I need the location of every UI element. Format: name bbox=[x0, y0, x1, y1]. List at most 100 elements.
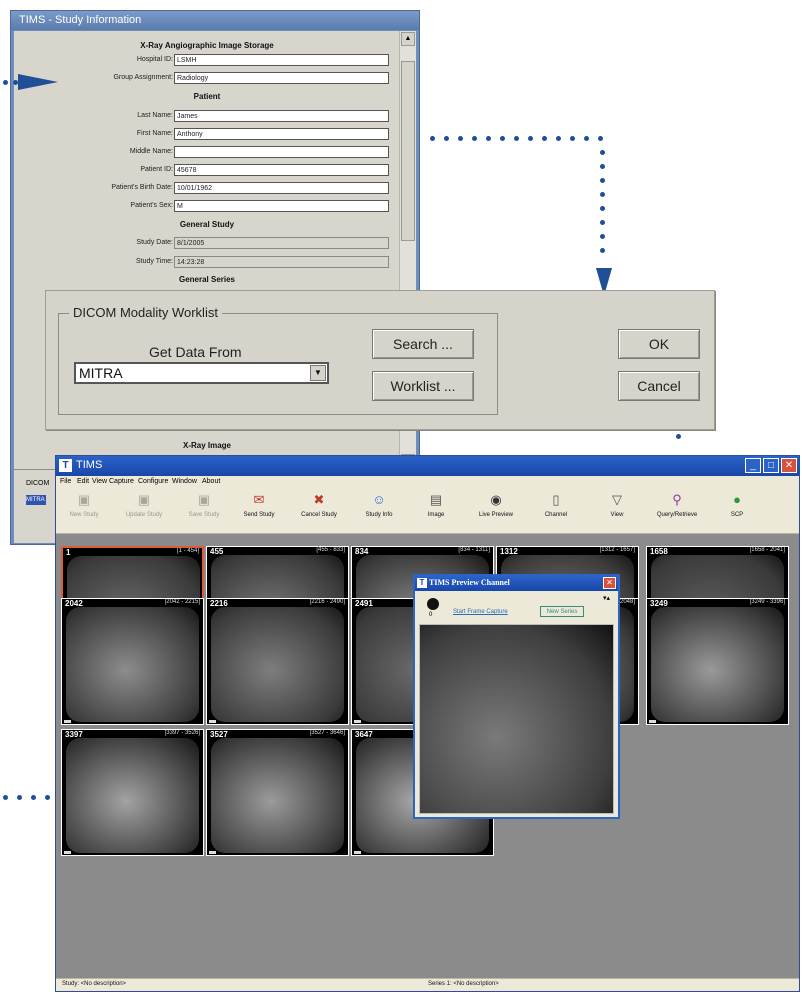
group-assignment-input[interactable]: Radiology bbox=[174, 72, 389, 84]
preview-close-icon[interactable]: ✕ bbox=[603, 577, 616, 589]
cancel-button[interactable]: Cancel bbox=[618, 371, 700, 401]
minimize-icon[interactable]: _ bbox=[745, 458, 761, 473]
connector-dot bbox=[556, 136, 561, 141]
field-label: First Name: bbox=[136, 130, 173, 137]
thumbnail-number: 455 bbox=[210, 547, 224, 556]
field-middle-name: Middle Name: bbox=[14, 146, 400, 159]
menu-item-capture[interactable]: Capture bbox=[109, 478, 134, 485]
worklist-button[interactable]: Worklist ... bbox=[372, 371, 474, 401]
patient-id-input[interactable]: 45678 bbox=[174, 164, 389, 176]
section-general-study: General Study bbox=[179, 220, 235, 229]
tims-app-icon: T bbox=[59, 459, 72, 472]
thumbnail-number: 3397 bbox=[65, 730, 83, 739]
connector-dot bbox=[600, 178, 605, 183]
cancel-study-icon: ✖ bbox=[313, 492, 325, 507]
thumbnail-tile[interactable]: 2042 [2042 - 2215] bbox=[61, 598, 204, 725]
pointer-arrow-icon bbox=[18, 74, 58, 90]
angiogram-image bbox=[651, 607, 784, 722]
field-birth-date: Patient's Birth Date: 10/01/1962 bbox=[14, 182, 400, 195]
preview-app-icon: T bbox=[417, 578, 427, 588]
view-icon: ▽ bbox=[612, 492, 622, 507]
thumbnail-number: 2491 bbox=[355, 599, 373, 608]
data-source-value: MITRA bbox=[79, 365, 123, 381]
toolbar-save-study-button[interactable]: ▣ Save Study bbox=[179, 492, 229, 530]
first-name-input[interactable]: Anthony bbox=[174, 128, 389, 140]
field-label: Hospital ID: bbox=[136, 56, 173, 63]
thumbnail-range: [1658 - 2041] bbox=[749, 547, 785, 553]
thumbnail-marker bbox=[209, 720, 216, 723]
field-group-assignment: Group Assignment: Radiology bbox=[14, 72, 400, 85]
thumbnail-range: [1312 - 1657] bbox=[599, 547, 635, 553]
section-general-series: General Series bbox=[178, 275, 236, 284]
menu-item-edit[interactable]: Edit bbox=[77, 478, 89, 485]
toolbar-label: Study Info bbox=[365, 512, 393, 518]
study-time-input: 14:23:28 bbox=[174, 256, 389, 268]
menu-item-file[interactable]: File bbox=[60, 478, 71, 485]
toolbar-query-retrieve-button[interactable]: ⚲ Query/Retrieve bbox=[652, 492, 702, 530]
data-source-select[interactable]: MITRA ▼ bbox=[74, 362, 329, 384]
save-study-icon: ▣ bbox=[197, 492, 211, 507]
toolbar-update-study-button[interactable]: ▣ Update Study bbox=[119, 492, 169, 530]
maximize-icon[interactable]: □ bbox=[763, 458, 779, 473]
scp-icon: ● bbox=[733, 492, 741, 507]
connector-dot bbox=[600, 234, 605, 239]
thumbnail-range: [2042 - 2215] bbox=[164, 599, 200, 605]
toolbar-view-button[interactable]: ▽ View bbox=[592, 492, 642, 530]
start-capture-link[interactable]: Start Frame Capture bbox=[453, 609, 508, 615]
new-series-button[interactable]: New Series bbox=[540, 606, 584, 617]
dicom-value[interactable]: MITRA bbox=[26, 495, 46, 505]
thumbnail-tile[interactable]: 3527 [3527 - 3646] bbox=[206, 729, 349, 856]
connector-dot bbox=[500, 136, 505, 141]
close-icon[interactable]: ✕ bbox=[781, 458, 797, 473]
dicom-worklist-dialog: DICOM Modality Worklist Get Data From MI… bbox=[45, 290, 715, 430]
toolbar-image-button[interactable]: ▤ Image bbox=[411, 492, 461, 530]
chevron-down-icon[interactable]: ▼ bbox=[310, 365, 326, 381]
menu-item-configure[interactable]: Configure bbox=[138, 478, 168, 485]
study-date-input: 8/1/2005 bbox=[174, 237, 389, 249]
query-retrieve-icon: ⚲ bbox=[672, 492, 682, 507]
record-indicator-icon[interactable] bbox=[427, 598, 439, 610]
last-name-input[interactable]: James bbox=[174, 110, 389, 122]
thumbnail-tile[interactable]: 3249 [3249 - 3396] bbox=[646, 598, 789, 725]
thumbnail-tile[interactable]: 2216 [2216 - 2490] bbox=[206, 598, 349, 725]
status-series: Series 1: <No description> bbox=[428, 981, 499, 987]
search-button[interactable]: Search ... bbox=[372, 329, 474, 359]
toolbar-new-study-button[interactable]: ▣ New Study bbox=[59, 492, 109, 530]
thumbnail-tile[interactable]: 3397 [3397 - 3526] bbox=[61, 729, 204, 856]
birth-date-input[interactable]: 10/01/1962 bbox=[174, 182, 389, 194]
thumbnail-number: 3249 bbox=[650, 599, 668, 608]
field-last-name: Last Name: James bbox=[14, 110, 400, 123]
toolbar-study-info-button[interactable]: ☺ Study Info bbox=[354, 492, 404, 530]
toolbar-label: SCP bbox=[730, 512, 744, 518]
toolbar-send-study-button[interactable]: ✉ Send Study bbox=[234, 492, 284, 530]
toolbar-channel-button[interactable]: ▯ Channel bbox=[531, 492, 581, 530]
connector-dot bbox=[472, 136, 477, 141]
thumbnail-marker bbox=[64, 851, 71, 854]
hospital-id-input[interactable]: LSMH bbox=[174, 54, 389, 66]
scroll-thumb[interactable] bbox=[401, 61, 415, 241]
menu-item-view[interactable]: View bbox=[92, 478, 107, 485]
patient-sex-input[interactable]: M bbox=[174, 200, 389, 212]
toolbar-label: Send Study bbox=[243, 512, 275, 518]
connector-dot bbox=[486, 136, 491, 141]
toolbar-scp-button[interactable]: ● SCP bbox=[712, 492, 762, 530]
connector-dot bbox=[458, 136, 463, 141]
scroll-up-icon[interactable]: ▲ bbox=[401, 32, 415, 46]
thumbnail-range: [2216 - 2490] bbox=[309, 599, 345, 605]
menu-item-window[interactable]: Window bbox=[172, 478, 197, 485]
connector-dot bbox=[542, 136, 547, 141]
ok-button[interactable]: OK bbox=[618, 329, 700, 359]
middle-name-input[interactable] bbox=[174, 146, 389, 158]
thumbnail-marker bbox=[354, 851, 361, 854]
angiogram-image bbox=[211, 607, 344, 722]
toolbar-live-preview-button[interactable]: ◉ Live Preview bbox=[471, 492, 521, 530]
connector-dot bbox=[676, 434, 681, 439]
thumbnail-number: 834 bbox=[355, 547, 369, 556]
connector-dot bbox=[600, 150, 605, 155]
toolbar-label: Live Preview bbox=[478, 512, 513, 518]
preview-arrows-icon[interactable]: ▾▴ bbox=[603, 594, 610, 602]
toolbar-cancel-study-button[interactable]: ✖ Cancel Study bbox=[294, 492, 344, 530]
toolbar-label: View bbox=[610, 512, 624, 518]
tims-title-bar: T TIMS _ □ ✕ bbox=[56, 456, 799, 476]
menu-item-about[interactable]: About bbox=[202, 478, 220, 485]
